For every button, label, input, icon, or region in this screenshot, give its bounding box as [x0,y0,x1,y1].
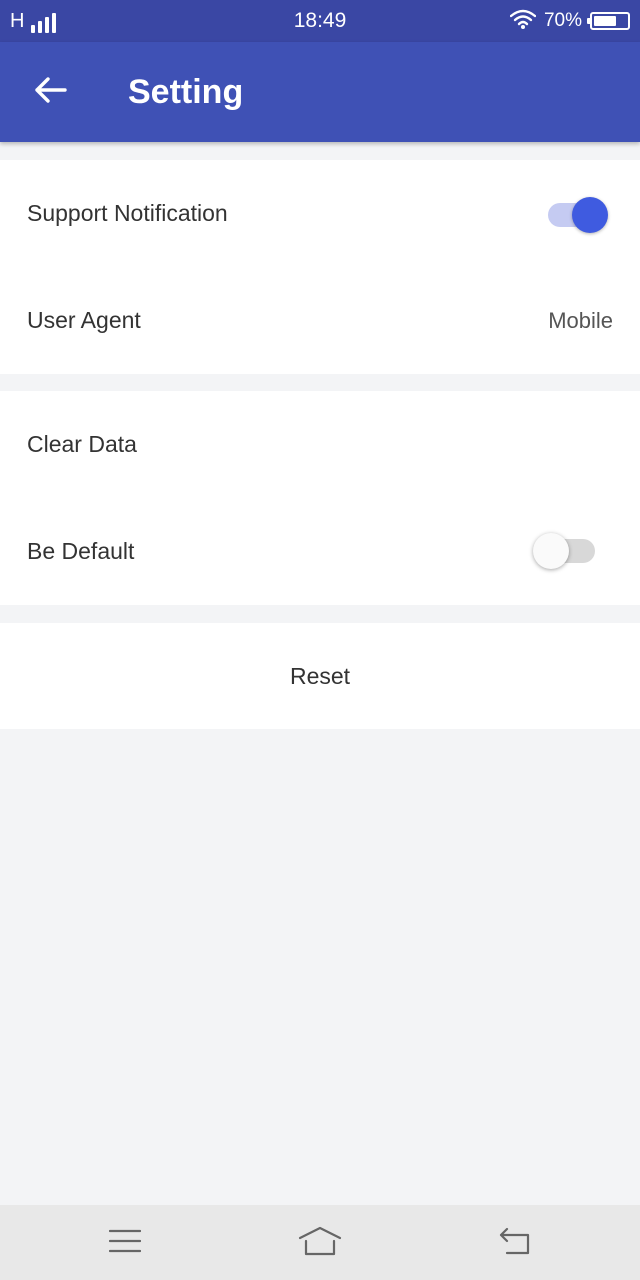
reset-button[interactable]: Reset [0,623,640,729]
home-button[interactable] [290,1219,350,1267]
user-agent-label: User Agent [27,307,141,333]
back-nav-button[interactable] [485,1219,545,1267]
user-agent-value: Mobile [548,308,613,333]
app-bar: Setting [0,42,640,142]
status-bar: H 18:49 70% [0,0,640,42]
page-title: Setting [128,73,244,111]
clear-data-label: Clear Data [27,431,137,457]
be-default-row[interactable]: Be Default [0,498,640,605]
actions-card: Reset [0,623,640,729]
back-button[interactable] [22,68,78,116]
wifi-icon [509,9,537,34]
settings-screen: H 18:49 70% Setting Support Notification… [0,0,640,1280]
arrow-back-icon [33,76,67,109]
be-default-toggle[interactable] [533,532,597,570]
toggle-thumb [572,197,608,233]
support-notification-toggle[interactable] [548,195,610,233]
menu-icon [108,1228,142,1259]
be-default-label: Be Default [27,538,135,564]
toggle-thumb [533,533,569,569]
support-notification-row[interactable]: Support Notification [0,160,640,267]
back-icon [499,1227,531,1260]
general-settings-card: Support Notification User Agent Mobile [0,160,640,374]
home-icon [298,1226,342,1261]
clear-data-row[interactable]: Clear Data [0,391,640,498]
battery-level [594,16,616,26]
data-settings-card: Clear Data Be Default [0,391,640,605]
battery-percent: 70% [543,10,582,31]
battery-icon [587,12,630,30]
menu-button[interactable] [95,1219,155,1267]
reset-label: Reset [289,663,351,689]
navigation-bar [0,1205,640,1280]
support-notification-label: Support Notification [27,200,228,226]
user-agent-row[interactable]: User Agent Mobile [0,267,640,374]
status-right: 70% [509,8,630,34]
